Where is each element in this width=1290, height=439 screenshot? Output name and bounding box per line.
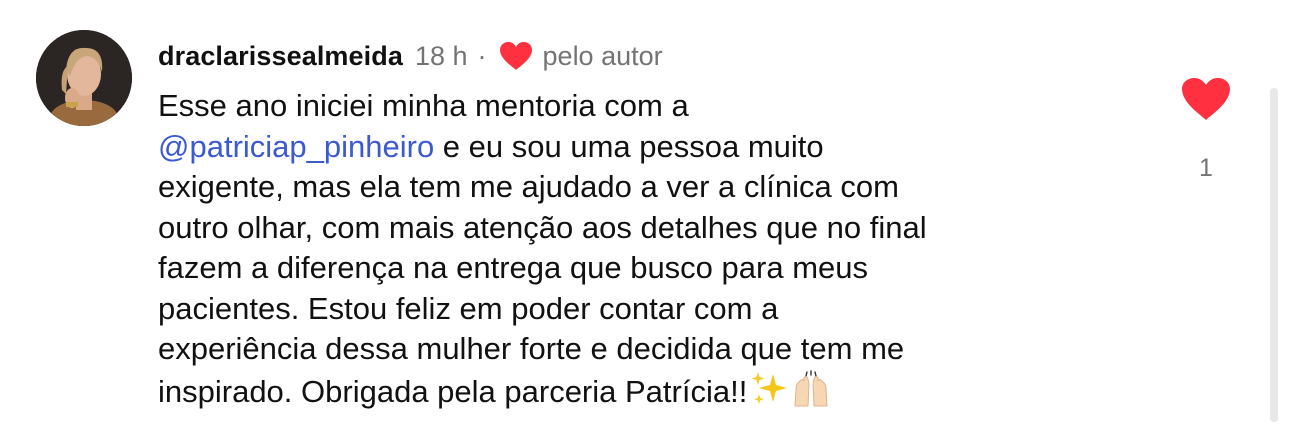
comment: draclarissealmeida 18 h · pelo autor Ess… (0, 0, 1290, 439)
comment-line: outro olhar, com mais atenção aos detalh… (158, 209, 927, 245)
comment-meta: draclarissealmeida 18 h · pelo autor (158, 38, 663, 74)
comment-line: experiência dessa mulher forte e decidid… (158, 331, 905, 366)
comment-line: exigente, mas ela tem me ajudado a ver a… (158, 169, 899, 204)
author-badge-label: pelo autor (542, 40, 663, 71)
comment-line: pacientes. Estou feliz em poder contar c… (158, 290, 779, 326)
username[interactable]: draclarissealmeida (158, 41, 403, 72)
like-count[interactable]: 1 (1180, 154, 1232, 183)
avatar-image (36, 30, 132, 126)
like-heart-icon[interactable] (1180, 76, 1232, 122)
timestamp[interactable]: 18 h (415, 41, 468, 72)
comment-line: Esse ano iniciei minha mentoria com a (158, 88, 689, 123)
comment-line: fazem a diferença na entrega que busco p… (158, 250, 869, 285)
sparkles-icon (751, 371, 788, 404)
separator-dot: · (477, 40, 487, 71)
author-liked-heart-icon (499, 42, 532, 70)
comment-line-text: e eu sou uma pessoa muito (434, 128, 824, 164)
avatar[interactable] (36, 30, 132, 126)
comment-text: Esse ano iniciei minha mentoria com a @p… (158, 86, 1148, 410)
comment-line: @patriciap_pinheiro e eu sou uma pessoa … (158, 127, 1148, 168)
comment-line: inspirado. Obrigada pela parceria Patríc… (158, 369, 1148, 411)
comment-line-text: inspirado. Obrigada pela parceria Patríc… (158, 373, 748, 409)
mention-link[interactable]: @patriciap_pinheiro (158, 129, 434, 164)
scrollbar[interactable] (1270, 88, 1278, 422)
raising-hands-icon (794, 369, 828, 406)
